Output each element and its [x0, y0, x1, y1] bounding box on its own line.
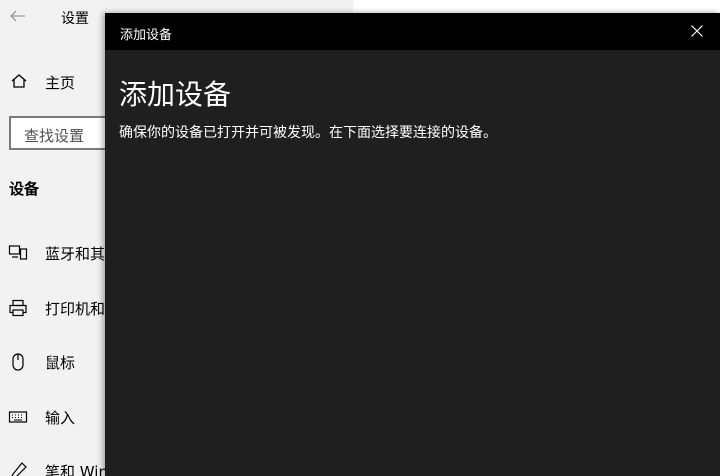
close-button[interactable] [674, 13, 720, 50]
back-arrow-icon [10, 10, 25, 22]
nav-item-label: 输入 [45, 409, 76, 427]
dialog-description: 确保你的设备已打开并可被发现。在下面选择要连接的设备。 [119, 125, 497, 141]
pen-icon [11, 462, 27, 476]
nav-item-label: 蓝牙和其 [45, 245, 106, 263]
search-input[interactable]: 查找设置 [9, 116, 119, 150]
desktop: 设置 主页 查找设置 设备 蓝牙和其 打印机和 鼠标 输入 笔和 Win 添加设… [0, 0, 720, 476]
search-placeholder: 查找设置 [24, 127, 85, 145]
nav-item-pen[interactable]: 笔和 Win [0, 451, 108, 476]
nav-item-typing[interactable]: 输入 [0, 397, 105, 437]
nav-item-printers[interactable]: 打印机和 [0, 288, 105, 328]
nav-home-label: 主页 [45, 74, 76, 92]
home-icon [11, 74, 27, 88]
nav-item-label: 笔和 Win [45, 463, 108, 476]
keyboard-icon [8, 411, 28, 423]
dialog-titlebar: 添加设备 [105, 13, 720, 50]
nav-item-label: 打印机和 [45, 300, 106, 318]
back-button[interactable] [8, 6, 28, 26]
nav-item-bluetooth[interactable]: 蓝牙和其 [0, 233, 105, 273]
settings-title: 设置 [61, 11, 89, 27]
bluetooth-devices-icon [8, 245, 28, 260]
close-icon [691, 25, 703, 37]
section-heading-devices: 设备 [9, 180, 40, 198]
nav-item-mouse[interactable]: 鼠标 [0, 342, 105, 382]
add-device-dialog: 添加设备 添加设备 确保你的设备已打开并可被发现。在下面选择要连接的设备。 [105, 13, 720, 476]
printer-icon [9, 299, 27, 317]
nav-item-label: 鼠标 [45, 354, 76, 372]
dialog-titlebar-text: 添加设备 [120, 28, 173, 43]
mouse-icon [12, 353, 24, 371]
nav-home[interactable]: 主页 [0, 64, 105, 98]
dialog-heading: 添加设备 [119, 78, 232, 111]
